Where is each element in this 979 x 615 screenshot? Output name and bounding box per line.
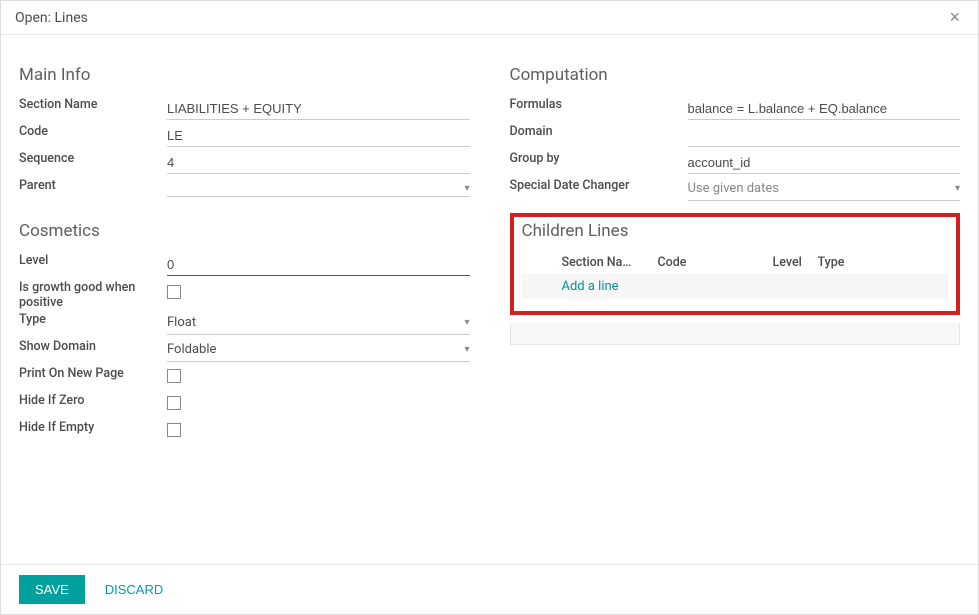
close-button[interactable]: × [945,7,964,28]
modal-body: Main Info Section Name Code Sequence [1,35,978,564]
caret-down-icon: ▾ [464,344,469,355]
modal-dialog: Open: Lines × Main Info Section Name Cod… [0,0,979,615]
show-domain-select[interactable]: Foldable ▾ [167,340,470,362]
group-by-label: Group by [510,149,688,166]
section-name-label: Section Name [19,95,167,112]
date-changer-select[interactable]: Use given dates ▾ [688,179,961,201]
sequence-input[interactable] [167,152,470,174]
caret-down-icon: ▾ [464,183,469,194]
show-domain-value: Foldable [167,340,464,359]
print-new-page-label: Print On New Page [19,364,167,381]
children-lines-table: Section Na… Code Level Type Add a line [522,251,949,299]
hide-if-empty-checkbox[interactable] [167,423,181,437]
show-domain-label: Show Domain [19,337,167,354]
hide-if-zero-label: Hide If Zero [19,391,167,408]
caret-down-icon: ▾ [464,317,469,328]
type-label: Type [19,310,167,327]
col-type[interactable]: Type [818,255,945,270]
modal-title: Open: Lines [15,10,88,26]
main-info-heading: Main Info [19,65,470,85]
parent-label: Parent [19,176,167,193]
children-lines-heading: Children Lines [522,221,949,241]
code-label: Code [19,122,167,139]
bottom-stripe [510,323,961,345]
code-input[interactable] [167,125,470,147]
type-value: Float [167,313,464,332]
type-select[interactable]: Float ▾ [167,313,470,335]
level-input[interactable] [167,254,470,276]
col-level[interactable]: Level [773,255,818,270]
hide-if-empty-label: Hide If Empty [19,418,167,435]
add-line-link[interactable]: Add a line [562,279,619,294]
parent-value [167,186,464,190]
table-header-row: Section Na… Code Level Type [522,251,949,274]
left-column: Main Info Section Name Code Sequence [19,47,470,445]
domain-input[interactable] [688,125,961,147]
add-line-row: Add a line [522,274,949,299]
caret-down-icon: ▾ [955,183,960,194]
growth-label: Is growth good when positive [19,278,167,310]
hide-if-zero-checkbox[interactable] [167,396,181,410]
parent-select[interactable]: ▾ [167,183,470,197]
formulas-input[interactable] [688,98,961,120]
group-by-input[interactable] [688,152,961,174]
save-button[interactable]: SAVE [19,575,85,604]
modal-footer: SAVE DISCARD [1,564,978,614]
print-new-page-checkbox[interactable] [167,369,181,383]
right-column: Computation Formulas Domain Group by [510,47,961,445]
sequence-label: Sequence [19,149,167,166]
formulas-label: Formulas [510,95,688,112]
domain-label: Domain [510,122,688,139]
close-icon: × [949,7,960,27]
date-changer-label: Special Date Changer [510,176,688,193]
col-code[interactable]: Code [658,255,773,270]
computation-heading: Computation [510,65,961,85]
section-name-input[interactable] [167,98,470,120]
modal-header: Open: Lines × [1,1,978,35]
col-section-name[interactable]: Section Na… [562,255,658,270]
growth-checkbox[interactable] [167,285,181,299]
date-changer-value: Use given dates [688,179,955,198]
cosmetics-heading: Cosmetics [19,221,470,241]
discard-button[interactable]: DISCARD [97,575,172,604]
children-lines-highlight: Children Lines Section Na… Code Level Ty… [510,213,961,315]
level-label: Level [19,251,167,268]
